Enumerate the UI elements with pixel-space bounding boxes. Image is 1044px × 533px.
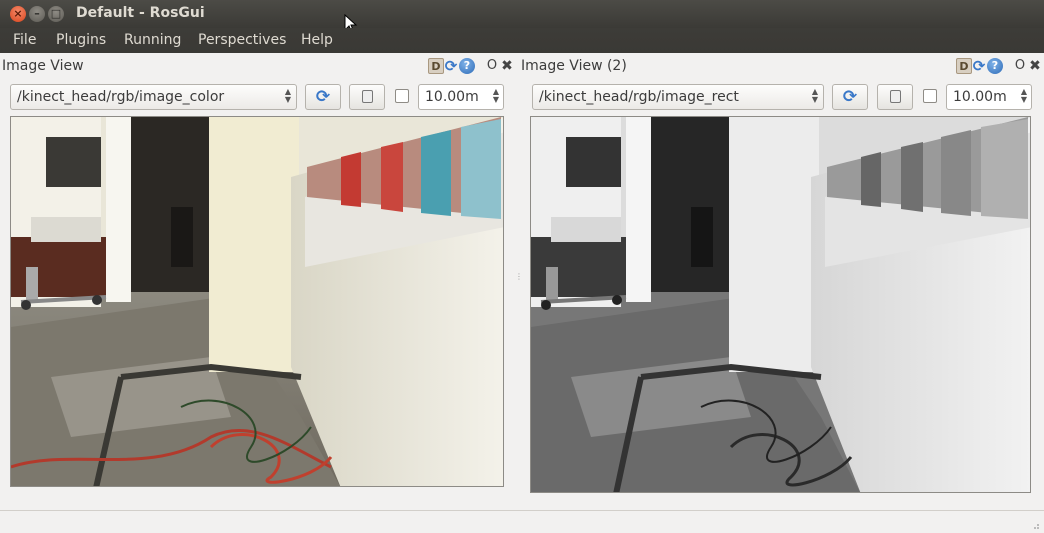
help-icon-2[interactable]: ? [987,58,1003,74]
topic-combobox-2[interactable]: /kinect_head/rgb/image_rect ▲ ▼ [532,84,824,110]
menu-running[interactable]: Running [124,32,181,48]
camera-image-rect [531,117,1030,492]
image-display-2 [530,116,1031,493]
menu-bar: File Plugins Running Perspectives Help [0,28,1044,53]
resize-grip-icon[interactable] [1030,520,1040,530]
undock-icon[interactable]: O [484,58,500,74]
save-image-button-2[interactable] [877,84,913,110]
zoom-spinbox-2[interactable]: 10.00m ▲ ▼ [946,84,1032,110]
menu-file[interactable]: File [13,32,36,48]
window-title: Default - RosGui [76,5,205,21]
refresh-icon: ⟳ [315,87,331,107]
title-bar: × – □ Default - RosGui [0,0,1044,34]
spin-arrows-icon-2: ▲ ▼ [1020,87,1027,104]
save-image-button[interactable] [349,84,385,110]
undock-icon-2[interactable]: O [1012,58,1028,74]
window-maximize-icon[interactable]: □ [48,6,64,22]
refresh-topics-button-2[interactable]: ⟳ [832,84,868,110]
plugin-d-icon[interactable]: D [428,58,444,74]
close-panel-icon[interactable]: ✖ [499,58,515,74]
zoom-checkbox[interactable] [395,89,409,103]
refresh-icon-2: ⟳ [842,87,858,107]
status-bar [0,510,1044,533]
reload-icon[interactable]: ⟳ [443,58,459,74]
save-icon-2 [889,90,901,103]
combo-arrows-icon: ▲ ▼ [284,87,291,104]
plugin-d-icon-2[interactable]: D [956,58,972,74]
panel-title: Image View [2,58,84,74]
zoom-value-2: 10.00m [953,89,1007,105]
zoom-checkbox-2[interactable] [923,89,937,103]
zoom-value: 10.00m [425,89,479,105]
help-icon[interactable]: ? [459,58,475,74]
reload-icon-2[interactable]: ⟳ [971,58,987,74]
topic-value: /kinect_head/rgb/image_color [17,89,225,105]
panel-title-2: Image View (2) [521,58,627,74]
topic-value-2: /kinect_head/rgb/image_rect [539,89,739,105]
combo-arrows-icon-2: ▲ ▼ [811,87,818,104]
menu-perspectives[interactable]: Perspectives [198,32,286,48]
refresh-topics-button[interactable]: ⟳ [305,84,341,110]
window-minimize-icon[interactable]: – [29,6,45,22]
topic-combobox[interactable]: /kinect_head/rgb/image_color ▲ ▼ [10,84,297,110]
menu-plugins[interactable]: Plugins [56,32,106,48]
zoom-spinbox[interactable]: 10.00m ▲ ▼ [418,84,504,110]
splitter-handle[interactable]: ⋮ [515,273,523,287]
close-panel-icon-2[interactable]: ✖ [1027,58,1043,74]
spin-arrows-icon: ▲ ▼ [492,87,499,104]
window-close-icon[interactable]: × [10,6,26,22]
image-display [10,116,504,487]
save-icon [361,90,373,103]
menu-help[interactable]: Help [301,32,333,48]
camera-image-color [11,117,503,486]
